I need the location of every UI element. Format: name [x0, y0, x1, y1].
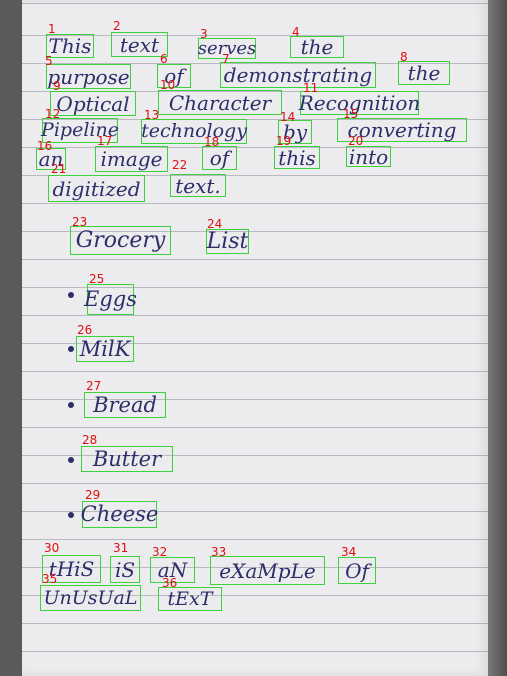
word-text: Recognition	[298, 91, 421, 115]
word-box: of	[202, 146, 237, 170]
word-index-label: 7	[222, 52, 230, 66]
word-text: digitized	[52, 176, 141, 201]
word-index-label: 9	[53, 79, 61, 93]
word-text: Of	[345, 558, 369, 583]
word-text: into	[348, 144, 389, 169]
word-text: this	[278, 145, 316, 170]
word-box: demonstrating	[220, 62, 376, 88]
word-index-label: 33	[211, 545, 227, 559]
word-text: Eggs	[84, 287, 137, 311]
word-box: technology	[141, 119, 247, 144]
word-index-label: 2	[113, 19, 121, 33]
word-box: Character	[158, 90, 282, 115]
word-text: Grocery	[75, 227, 166, 253]
word-text: image	[100, 147, 163, 171]
word-text: tExT	[167, 587, 213, 610]
word-text: List	[206, 228, 249, 254]
word-index-label: 36	[162, 576, 178, 590]
word-index-label: 30	[44, 541, 60, 555]
word-text: text.	[175, 173, 221, 198]
word-index-label: 35	[42, 572, 58, 586]
word-text: This	[48, 34, 92, 58]
word-index-label: 3	[200, 27, 208, 41]
page-edge-shadow	[488, 0, 507, 676]
word-box: eXaMpLe	[210, 556, 325, 585]
word-box: iS	[110, 556, 140, 583]
word-box: Butter	[81, 446, 173, 472]
word-box: tExT	[158, 587, 222, 611]
word-index-label: 25	[89, 272, 105, 286]
word-index-label: 12	[45, 107, 61, 121]
word-box: digitized	[48, 175, 145, 202]
word-index-label: 28	[82, 433, 98, 447]
bullet-milk	[68, 346, 74, 352]
word-index-label: 8	[400, 50, 408, 64]
word-box: into	[346, 146, 391, 167]
word-box: Eggs	[84, 284, 137, 315]
word-text: the	[407, 61, 441, 85]
word-index-label: 31	[113, 541, 129, 555]
word-box: Cheese	[80, 501, 159, 528]
word-box: UnUsUaL	[40, 585, 141, 611]
bullet-eggs	[68, 292, 74, 298]
word-text: demonstrating	[223, 63, 373, 87]
word-index-label: 27	[86, 379, 102, 393]
word-text: of	[209, 146, 230, 170]
word-text: converting	[347, 118, 457, 142]
word-index-label: 18	[204, 135, 220, 149]
word-text: the	[300, 35, 334, 59]
word-text: MilK	[79, 336, 131, 361]
word-index-label: 16	[37, 139, 53, 153]
word-index-label: 22	[172, 158, 188, 172]
word-index-label: 14	[280, 110, 296, 124]
word-index-label: 17	[97, 134, 113, 148]
word-index-label: 20	[348, 134, 364, 148]
word-text: Cheese	[80, 502, 159, 526]
word-box: Bread	[84, 392, 166, 418]
word-index-label: 15	[343, 107, 359, 121]
word-index-label: 4	[292, 25, 300, 39]
word-box: Of	[338, 557, 376, 584]
word-text: iS	[114, 557, 136, 582]
word-index-label: 21	[51, 162, 67, 176]
word-box: Grocery	[70, 226, 171, 255]
word-index-label: 19	[276, 134, 292, 148]
word-index-label: 26	[77, 323, 93, 337]
word-text: UnUsUaL	[43, 586, 138, 609]
word-index-label: 32	[152, 545, 168, 559]
word-index-label: 34	[341, 545, 357, 559]
word-index-label: 11	[303, 81, 319, 95]
word-text: Optical	[56, 91, 130, 116]
word-box: List	[206, 229, 249, 254]
word-index-label: 24	[207, 217, 223, 231]
word-text: Butter	[92, 446, 162, 471]
word-text: Bread	[93, 392, 157, 417]
bullet-butter	[68, 457, 74, 463]
bullet-cheese	[68, 512, 74, 518]
word-text: eXaMpLe	[219, 558, 316, 583]
word-text: text	[119, 32, 160, 57]
word-index-label: 1	[48, 22, 56, 36]
word-index-label: 6	[160, 52, 168, 66]
word-index-label: 13	[144, 108, 160, 122]
word-index-label: 10	[160, 78, 176, 92]
word-box: the	[398, 61, 450, 85]
word-box: the	[290, 36, 344, 58]
word-text: Character	[168, 90, 272, 115]
word-box: this	[274, 146, 320, 169]
word-box: image	[95, 146, 168, 172]
bullet-bread	[68, 402, 74, 408]
word-index-label: 5	[45, 54, 53, 68]
word-index-label: 29	[85, 488, 101, 502]
word-box: MilK	[76, 336, 134, 362]
word-box: text.	[170, 174, 226, 197]
word-box: This	[46, 34, 94, 58]
word-box: Optical	[50, 91, 136, 116]
word-text: technology	[141, 120, 247, 142]
word-index-label: 23	[72, 215, 88, 229]
